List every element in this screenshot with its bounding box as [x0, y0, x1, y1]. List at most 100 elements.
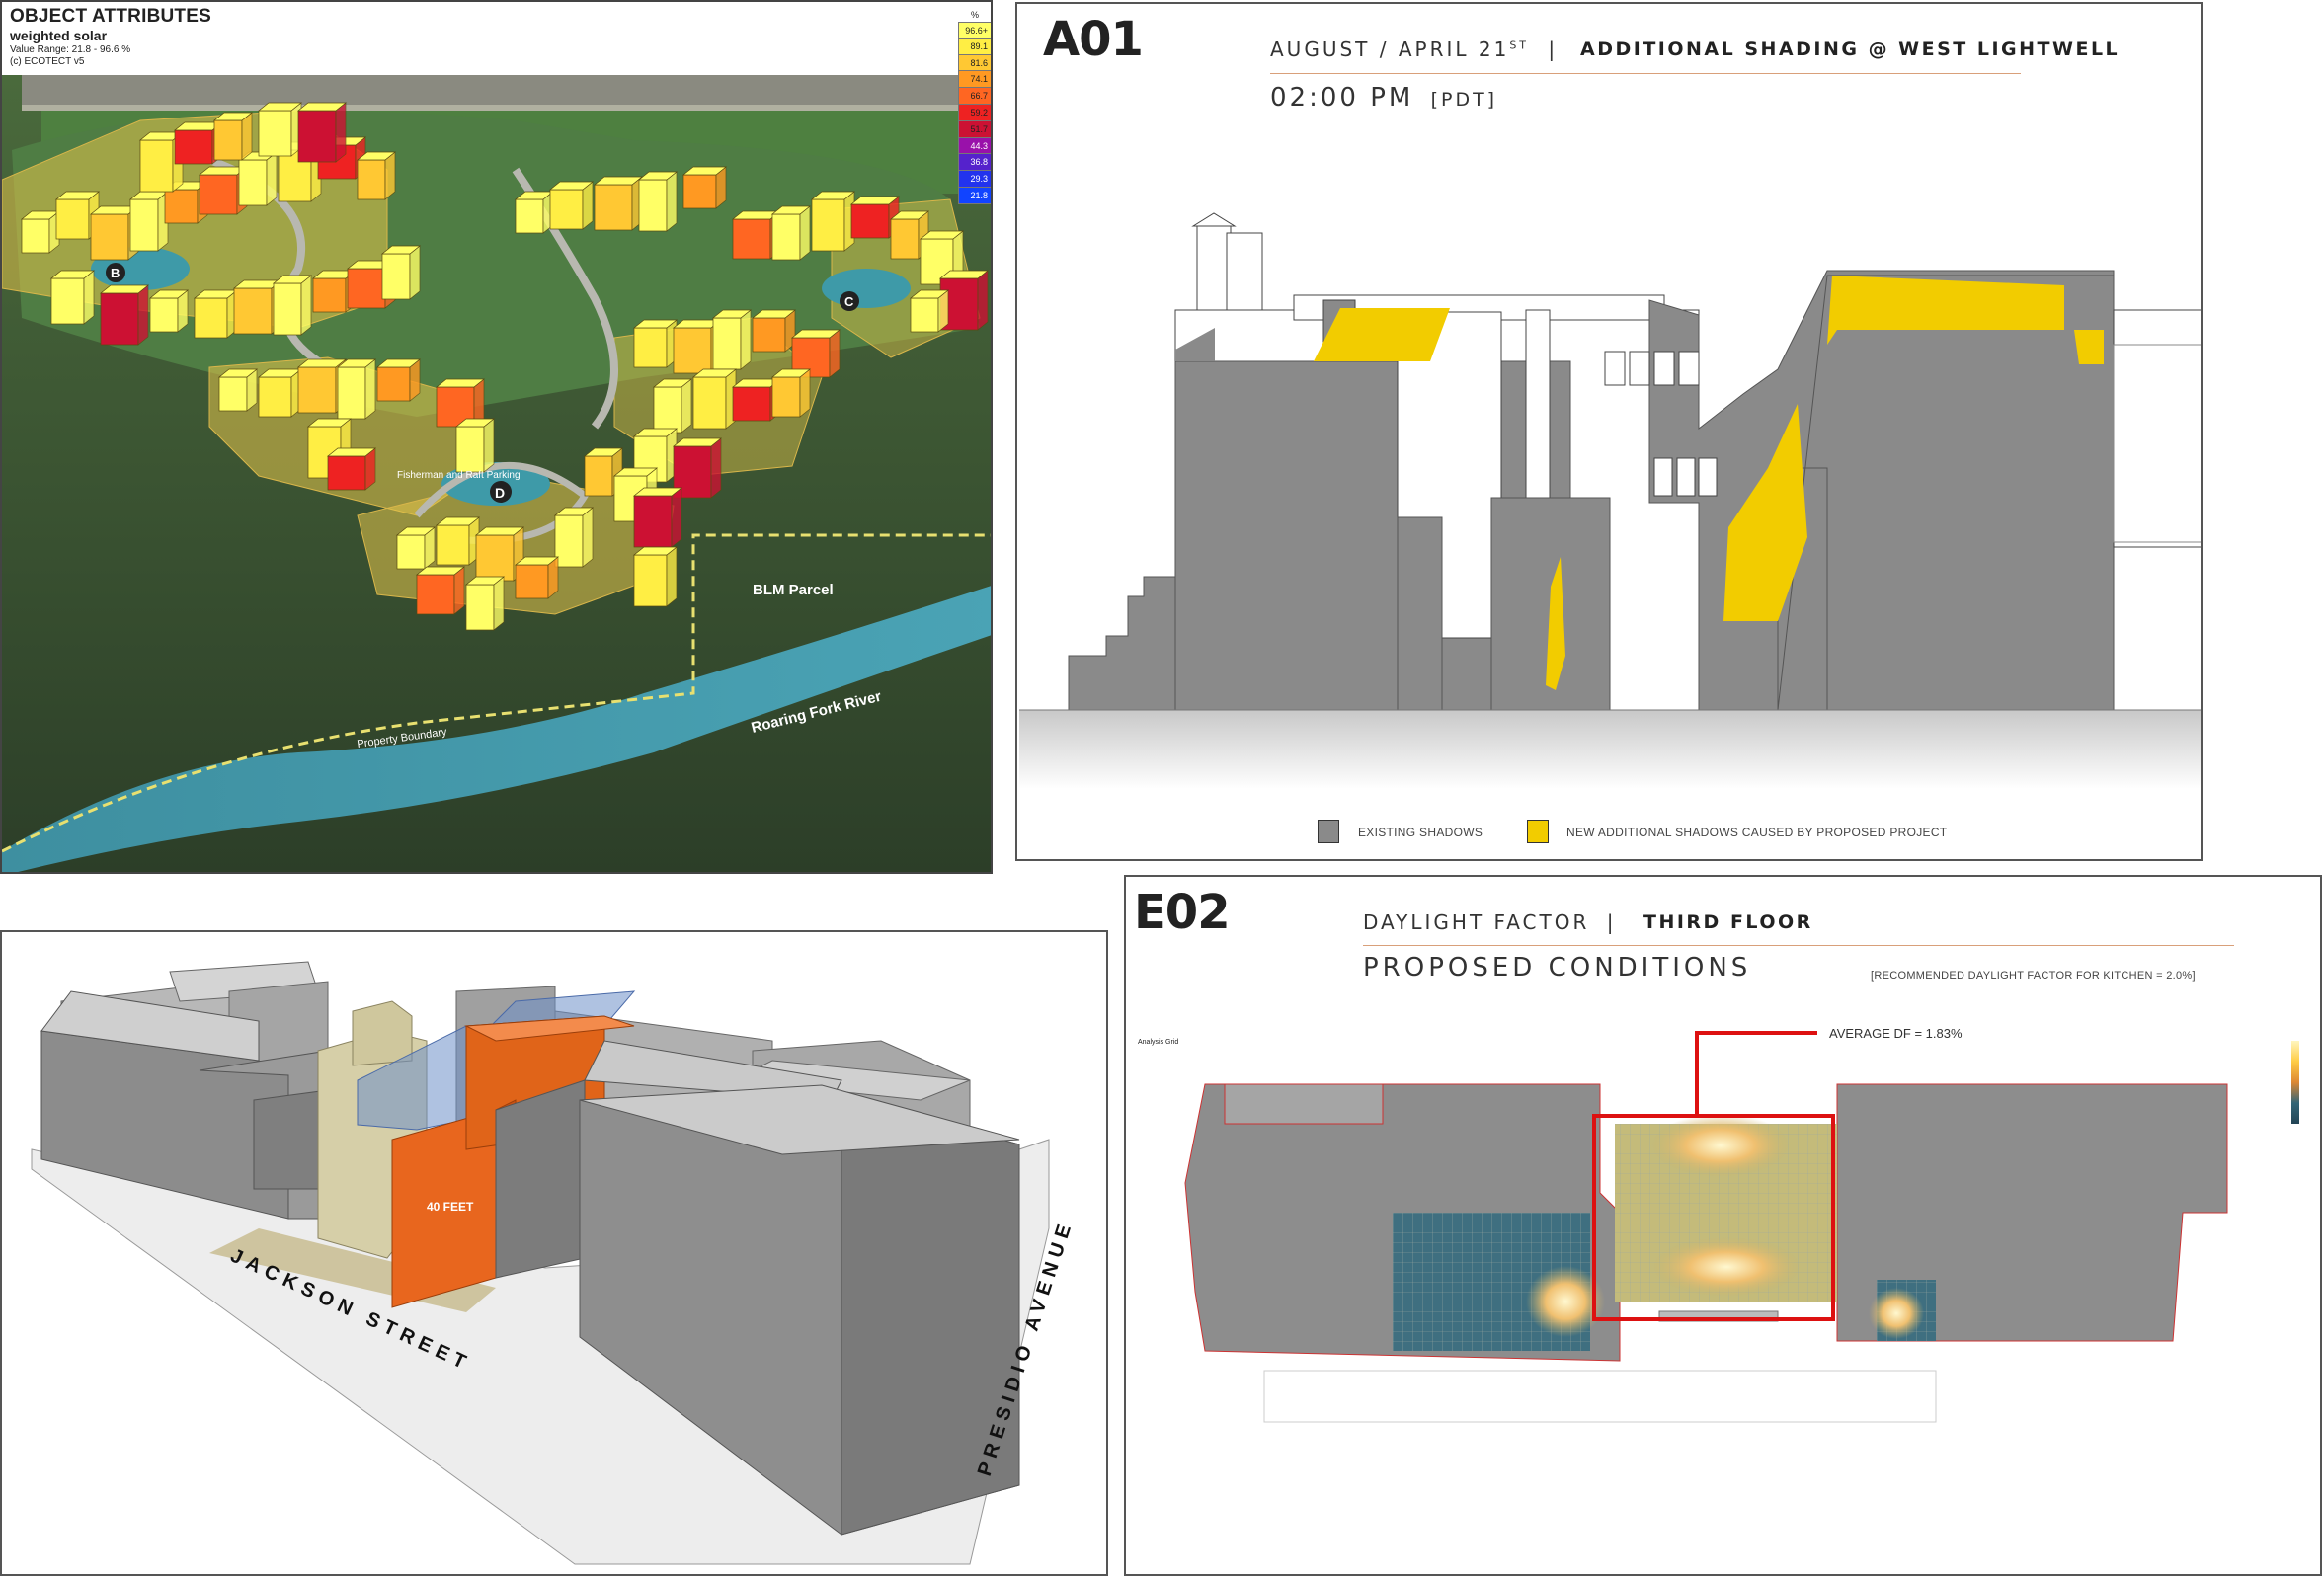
building-block — [139, 139, 174, 193]
parking-label: Fisherman and Raft Parking — [397, 470, 521, 481]
building-side — [666, 171, 678, 232]
building-block — [327, 455, 366, 491]
legend-swatch: 96.6+ — [958, 22, 991, 39]
building-block — [890, 218, 920, 260]
building-block — [258, 376, 292, 418]
value-range-text: Value Range: 21.8 - 96.6 % — [10, 44, 131, 55]
svg-text:B: B — [111, 266, 120, 280]
building-block — [455, 426, 485, 473]
building-block — [129, 198, 159, 252]
building-block — [213, 119, 243, 161]
legend-swatch: 44.3 — [958, 137, 991, 155]
legend-swatch: 21.8 — [958, 187, 991, 204]
daylight-factor-sheet: E02 DAYLIGHT FACTOR | THIRD FLOOR PROPOS… — [1124, 875, 2322, 1576]
legend-swatch: 74.1 — [958, 71, 991, 89]
building-block — [258, 110, 292, 157]
building-block — [376, 366, 411, 402]
building-side — [582, 507, 594, 568]
building-side — [483, 418, 495, 473]
building-block — [712, 317, 742, 370]
building-side — [300, 275, 312, 336]
building-block — [910, 297, 939, 333]
building-side — [493, 576, 505, 631]
building-side — [799, 205, 811, 261]
building-block — [21, 218, 50, 254]
leader-line — [1695, 1031, 1817, 1116]
building-block — [297, 110, 337, 163]
building-side — [671, 487, 682, 548]
building-block — [554, 514, 584, 568]
building-block — [692, 376, 727, 430]
object-attributes-title: OBJECT ATTRIBUTES — [10, 6, 211, 27]
building-side — [364, 358, 376, 420]
massing-drawing: 40 FEET JACKSON STREET PRESIDIO AVENUE — [31, 961, 1078, 1565]
building-block — [682, 174, 717, 209]
legend-existing-label: EXISTING SHADOWS — [1358, 826, 1483, 839]
building-block — [515, 198, 544, 234]
building-side — [666, 546, 678, 607]
building-block — [752, 317, 786, 353]
building-block — [238, 159, 268, 206]
legend-swatch: 59.2 — [958, 104, 991, 121]
legend-new-swatch — [1527, 820, 1549, 843]
building-side — [83, 270, 95, 325]
building-block — [357, 159, 386, 200]
building-block — [90, 213, 129, 261]
tower-left — [1196, 225, 1232, 316]
building-block — [273, 282, 302, 336]
building-block — [55, 198, 90, 240]
building-block — [337, 366, 366, 420]
building-block — [194, 297, 228, 339]
building-block — [515, 564, 549, 599]
ecotect-header: OBJECT ATTRIBUTES weighted solar Value R… — [2, 2, 991, 75]
building-block — [347, 268, 386, 309]
building-block — [233, 287, 273, 335]
average-df-label: AVERAGE DF = 1.83% — [1829, 1026, 1963, 1041]
building-side — [266, 151, 278, 206]
weighted-solar-subtitle: weighted solar — [10, 28, 108, 43]
building-block — [465, 584, 495, 631]
height-label: 40 FEET — [427, 1200, 474, 1214]
building-block — [594, 184, 633, 231]
building-side — [740, 309, 752, 370]
building-block — [633, 495, 673, 548]
building-block — [381, 253, 411, 300]
legend-unit: % — [970, 10, 979, 20]
building-side — [335, 102, 347, 163]
legend-swatch: 29.3 — [958, 171, 991, 188]
building-block — [100, 292, 139, 346]
blm-parcel-label: BLM Parcel — [753, 582, 834, 598]
massing-model-view: 40 FEET JACKSON STREET PRESIDIO AVENUE — [0, 930, 1108, 1576]
building-side — [977, 270, 989, 331]
ecotect-credit: (c) ECOTECT v5 — [10, 56, 85, 67]
building-block — [416, 574, 455, 615]
building-block — [174, 129, 213, 165]
building-block — [549, 189, 584, 230]
weighted-solar-site-map: BLM Parcel Roaring Fork River Property B… — [0, 0, 993, 874]
shadow-study-sheet: A01 AUGUST / APRIL 21ST | ADDITIONAL SHA… — [1015, 2, 2203, 861]
building-block — [732, 218, 771, 260]
building-block — [396, 534, 426, 570]
legend-swatch: 66.7 — [958, 88, 991, 105]
building-side — [710, 437, 722, 499]
ground-plane — [1019, 710, 2201, 789]
building-block — [50, 277, 85, 325]
building-side — [137, 284, 149, 346]
stair-mass — [1068, 576, 1176, 711]
building-block — [149, 297, 179, 333]
legend-new-label: NEW ADDITIONAL SHADOWS CAUSED BY PROPOSE… — [1566, 826, 1948, 839]
building-block — [732, 386, 771, 422]
svg-text:C: C — [844, 294, 854, 309]
building-block — [633, 327, 668, 368]
window-row-lower — [1653, 457, 1718, 497]
pond-c — [822, 269, 911, 308]
building-side — [409, 245, 421, 300]
tower-right — [1226, 232, 1263, 317]
building-block — [312, 277, 347, 313]
building-block — [218, 376, 248, 412]
solar-legend: % 96.6+ 89.1 81.6 74.1 66.7 59.2 51.7 44.3 36.8 2… — [958, 10, 991, 204]
building-block — [811, 198, 845, 252]
svg-text:D: D — [495, 485, 505, 501]
building-block — [297, 366, 337, 414]
site-map-canvas: BLM Parcel Roaring Fork River Property B… — [2, 71, 991, 872]
